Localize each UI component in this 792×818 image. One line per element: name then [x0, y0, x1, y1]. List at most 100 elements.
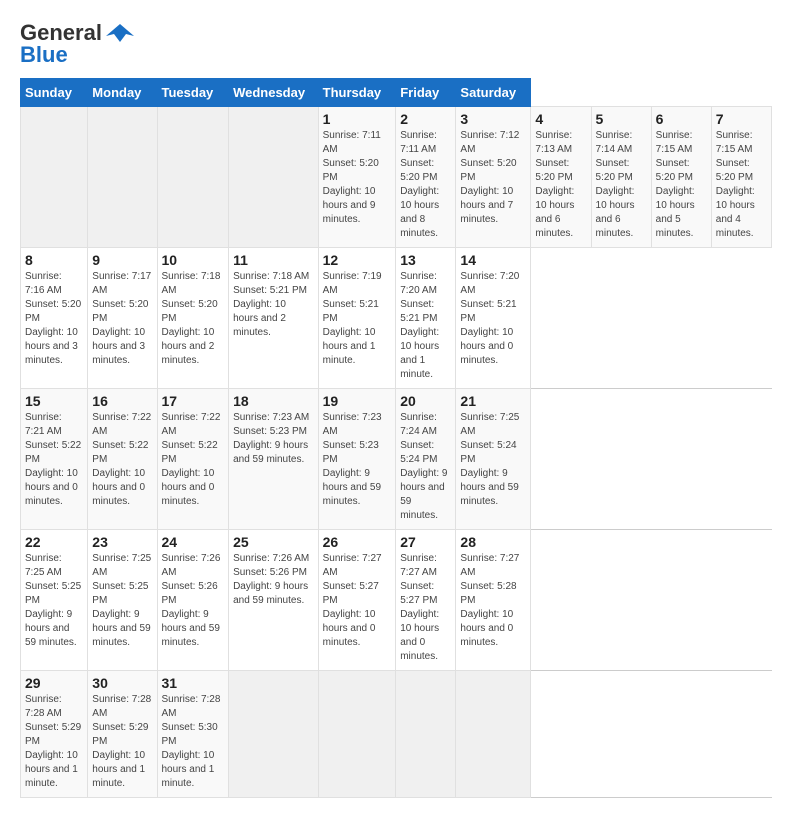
calendar-cell: 5 Sunrise: 7:14 AMSunset: 5:20 PMDayligh… [591, 107, 651, 248]
day-number: 15 [25, 393, 83, 409]
day-number: 30 [92, 675, 152, 691]
day-info: Sunrise: 7:23 AMSunset: 5:23 PMDaylight:… [233, 411, 314, 467]
calendar-cell: 18 Sunrise: 7:23 AMSunset: 5:23 PMDaylig… [229, 389, 319, 530]
day-info: Sunrise: 7:25 AMSunset: 5:24 PMDaylight:… [460, 411, 526, 509]
calendar-cell: 19 Sunrise: 7:23 AMSunset: 5:23 PMDaylig… [318, 389, 396, 530]
day-info: Sunrise: 7:15 AMSunset: 5:20 PMDaylight:… [716, 129, 767, 241]
day-number: 11 [233, 252, 314, 268]
day-info: Sunrise: 7:25 AMSunset: 5:25 PMDaylight:… [92, 552, 152, 650]
day-info: Sunrise: 7:24 AMSunset: 5:24 PMDaylight:… [400, 411, 451, 523]
logo-bird-icon [106, 22, 134, 44]
day-number: 29 [25, 675, 83, 691]
day-info: Sunrise: 7:22 AMSunset: 5:22 PMDaylight:… [162, 411, 225, 509]
day-number: 20 [400, 393, 451, 409]
day-number: 2 [400, 111, 451, 127]
calendar-cell: 28 Sunrise: 7:27 AMSunset: 5:28 PMDaylig… [456, 530, 531, 671]
calendar-cell: 20 Sunrise: 7:24 AMSunset: 5:24 PMDaylig… [396, 389, 456, 530]
calendar-cell: 9 Sunrise: 7:17 AMSunset: 5:20 PMDayligh… [88, 248, 157, 389]
day-info: Sunrise: 7:20 AMSunset: 5:21 PMDaylight:… [460, 270, 526, 368]
calendar-cell [88, 107, 157, 248]
calendar-cell: 7 Sunrise: 7:15 AMSunset: 5:20 PMDayligh… [711, 107, 771, 248]
day-info: Sunrise: 7:20 AMSunset: 5:21 PMDaylight:… [400, 270, 451, 382]
header-wednesday: Wednesday [229, 79, 319, 107]
calendar-cell: 2 Sunrise: 7:11 AMSunset: 5:20 PMDayligh… [396, 107, 456, 248]
calendar-cell: 31 Sunrise: 7:28 AMSunset: 5:30 PMDaylig… [157, 671, 229, 798]
day-number: 3 [460, 111, 526, 127]
header-monday: Monday [88, 79, 157, 107]
calendar-cell: 29 Sunrise: 7:28 AMSunset: 5:29 PMDaylig… [21, 671, 88, 798]
day-number: 21 [460, 393, 526, 409]
calendar-cell: 27 Sunrise: 7:27 AMSunset: 5:27 PMDaylig… [396, 530, 456, 671]
day-info: Sunrise: 7:11 AMSunset: 5:20 PMDaylight:… [400, 129, 451, 241]
calendar-cell [21, 107, 88, 248]
day-info: Sunrise: 7:18 AMSunset: 5:20 PMDaylight:… [162, 270, 225, 368]
day-number: 18 [233, 393, 314, 409]
calendar-week-row: 22 Sunrise: 7:25 AMSunset: 5:25 PMDaylig… [21, 530, 772, 671]
calendar-cell [396, 671, 456, 798]
day-number: 6 [656, 111, 707, 127]
day-number: 28 [460, 534, 526, 550]
calendar-cell: 15 Sunrise: 7:21 AMSunset: 5:22 PMDaylig… [21, 389, 88, 530]
calendar-cell: 13 Sunrise: 7:20 AMSunset: 5:21 PMDaylig… [396, 248, 456, 389]
day-info: Sunrise: 7:17 AMSunset: 5:20 PMDaylight:… [92, 270, 152, 368]
day-number: 13 [400, 252, 451, 268]
day-info: Sunrise: 7:26 AMSunset: 5:26 PMDaylight:… [233, 552, 314, 608]
day-info: Sunrise: 7:15 AMSunset: 5:20 PMDaylight:… [656, 129, 707, 241]
calendar-cell: 14 Sunrise: 7:20 AMSunset: 5:21 PMDaylig… [456, 248, 531, 389]
header-tuesday: Tuesday [157, 79, 229, 107]
calendar-cell: 6 Sunrise: 7:15 AMSunset: 5:20 PMDayligh… [651, 107, 711, 248]
day-number: 9 [92, 252, 152, 268]
calendar-cell: 16 Sunrise: 7:22 AMSunset: 5:22 PMDaylig… [88, 389, 157, 530]
day-info: Sunrise: 7:16 AMSunset: 5:20 PMDaylight:… [25, 270, 83, 368]
day-info: Sunrise: 7:26 AMSunset: 5:26 PMDaylight:… [162, 552, 225, 650]
day-number: 12 [323, 252, 392, 268]
day-info: Sunrise: 7:14 AMSunset: 5:20 PMDaylight:… [596, 129, 647, 241]
calendar-cell: 21 Sunrise: 7:25 AMSunset: 5:24 PMDaylig… [456, 389, 531, 530]
day-number: 4 [535, 111, 586, 127]
calendar-cell: 12 Sunrise: 7:19 AMSunset: 5:21 PMDaylig… [318, 248, 396, 389]
day-number: 22 [25, 534, 83, 550]
day-number: 19 [323, 393, 392, 409]
calendar-cell: 8 Sunrise: 7:16 AMSunset: 5:20 PMDayligh… [21, 248, 88, 389]
day-number: 17 [162, 393, 225, 409]
day-info: Sunrise: 7:22 AMSunset: 5:22 PMDaylight:… [92, 411, 152, 509]
header-sunday: Sunday [21, 79, 88, 107]
day-info: Sunrise: 7:13 AMSunset: 5:20 PMDaylight:… [535, 129, 586, 241]
day-info: Sunrise: 7:27 AMSunset: 5:27 PMDaylight:… [323, 552, 392, 650]
day-number: 8 [25, 252, 83, 268]
calendar-cell: 4 Sunrise: 7:13 AMSunset: 5:20 PMDayligh… [531, 107, 591, 248]
calendar-cell [318, 671, 396, 798]
day-info: Sunrise: 7:27 AMSunset: 5:28 PMDaylight:… [460, 552, 526, 650]
page-header: General Blue [20, 20, 772, 68]
logo-blue: Blue [20, 42, 68, 68]
day-info: Sunrise: 7:25 AMSunset: 5:25 PMDaylight:… [25, 552, 83, 650]
calendar-header-row: SundayMondayTuesdayWednesdayThursdayFrid… [21, 79, 772, 107]
calendar-cell: 26 Sunrise: 7:27 AMSunset: 5:27 PMDaylig… [318, 530, 396, 671]
day-info: Sunrise: 7:19 AMSunset: 5:21 PMDaylight:… [323, 270, 392, 368]
calendar-cell: 24 Sunrise: 7:26 AMSunset: 5:26 PMDaylig… [157, 530, 229, 671]
calendar-cell: 25 Sunrise: 7:26 AMSunset: 5:26 PMDaylig… [229, 530, 319, 671]
day-info: Sunrise: 7:18 AMSunset: 5:21 PMDaylight:… [233, 270, 314, 340]
day-number: 26 [323, 534, 392, 550]
header-thursday: Thursday [318, 79, 396, 107]
calendar-cell [229, 671, 319, 798]
header-friday: Friday [396, 79, 456, 107]
day-number: 1 [323, 111, 392, 127]
calendar-cell [157, 107, 229, 248]
day-info: Sunrise: 7:27 AMSunset: 5:27 PMDaylight:… [400, 552, 451, 664]
day-info: Sunrise: 7:12 AMSunset: 5:20 PMDaylight:… [460, 129, 526, 227]
day-info: Sunrise: 7:28 AMSunset: 5:29 PMDaylight:… [25, 693, 83, 791]
calendar-cell: 17 Sunrise: 7:22 AMSunset: 5:22 PMDaylig… [157, 389, 229, 530]
calendar-cell: 10 Sunrise: 7:18 AMSunset: 5:20 PMDaylig… [157, 248, 229, 389]
calendar-table: SundayMondayTuesdayWednesdayThursdayFrid… [20, 78, 772, 798]
calendar-week-row: 29 Sunrise: 7:28 AMSunset: 5:29 PMDaylig… [21, 671, 772, 798]
day-number: 31 [162, 675, 225, 691]
day-number: 23 [92, 534, 152, 550]
calendar-cell: 23 Sunrise: 7:25 AMSunset: 5:25 PMDaylig… [88, 530, 157, 671]
day-info: Sunrise: 7:11 AMSunset: 5:20 PMDaylight:… [323, 129, 392, 227]
day-number: 25 [233, 534, 314, 550]
calendar-cell [229, 107, 319, 248]
logo: General Blue [20, 20, 134, 68]
calendar-cell: 22 Sunrise: 7:25 AMSunset: 5:25 PMDaylig… [21, 530, 88, 671]
day-number: 24 [162, 534, 225, 550]
